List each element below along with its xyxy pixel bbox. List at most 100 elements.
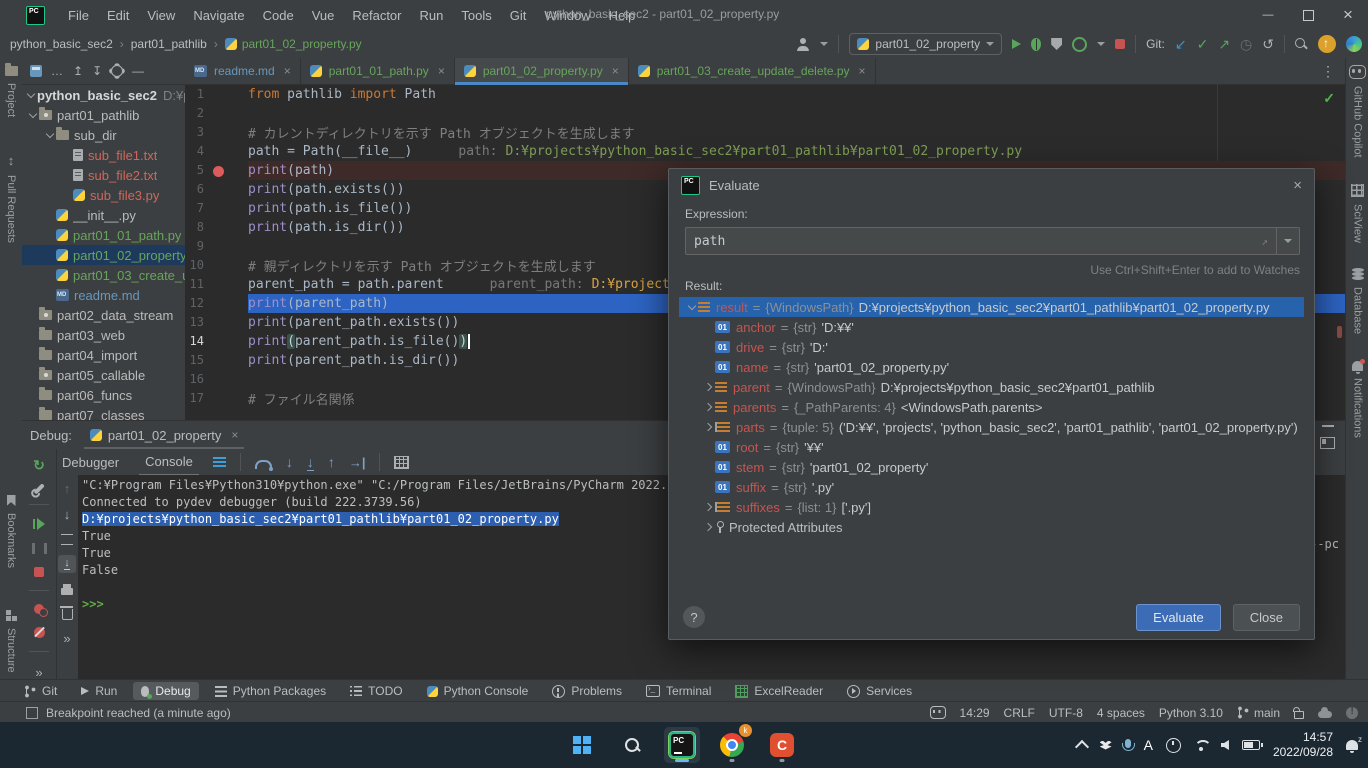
result-row-suffixes[interactable]: suffixes={list: 1}['.py'] xyxy=(679,497,1304,517)
tray-overflow-icon[interactable] xyxy=(1075,739,1089,753)
stripe-sciview[interactable]: SciView xyxy=(1346,184,1368,243)
editor-tab-readme.md[interactable]: readme.md× xyxy=(185,58,301,84)
menu-tools[interactable]: Tools xyxy=(452,8,500,23)
step-out-icon[interactable]: ↑ xyxy=(328,454,335,470)
caret-position[interactable]: 14:29 xyxy=(960,706,990,720)
close-session-icon[interactable]: × xyxy=(231,428,238,442)
indent-style[interactable]: 4 spaces xyxy=(1097,706,1145,720)
run-configuration-select[interactable]: part01_02_property xyxy=(849,33,1002,55)
tree-item-part03_web[interactable]: part03_web xyxy=(22,325,185,345)
select-opened-file-icon[interactable]: ↥ xyxy=(73,64,83,78)
tree-item-readme.md[interactable]: readme.md xyxy=(22,285,185,305)
result-row-protected-attributes[interactable]: Protected Attributes xyxy=(679,517,1304,537)
step-into-icon[interactable]: ↓ xyxy=(286,454,293,470)
stripe-github-copilot[interactable]: GitHub Copilot xyxy=(1346,65,1368,158)
mute-breakpoints-icon[interactable] xyxy=(34,627,45,638)
maximize-icon[interactable] xyxy=(1288,0,1328,30)
close-button[interactable]: Close xyxy=(1233,604,1300,631)
menu-run[interactable]: Run xyxy=(411,8,453,23)
code-line-2[interactable]: 2 xyxy=(185,104,1345,123)
tree-item-sub_file2.txt[interactable]: sub_file2.txt xyxy=(22,165,185,185)
result-row-name[interactable]: 01name={str}'part01_02_property.py' xyxy=(679,357,1304,377)
wifi-icon[interactable] xyxy=(1194,740,1208,751)
close-tab-icon[interactable]: × xyxy=(284,64,291,78)
menu-git[interactable]: Git xyxy=(501,8,536,23)
cloud-sync-icon[interactable] xyxy=(1318,711,1332,718)
tree-item-part05_callable[interactable]: part05_callable xyxy=(22,365,185,385)
copilot-status-icon[interactable] xyxy=(930,706,946,719)
evaluate-expression-icon[interactable] xyxy=(394,456,409,469)
expression-input[interactable]: path ↗ xyxy=(685,227,1277,255)
git-update-icon[interactable]: ↙ xyxy=(1175,37,1187,51)
rerun-icon[interactable]: ↻ xyxy=(33,457,45,474)
expression-history-dropdown[interactable] xyxy=(1277,227,1300,255)
result-row-root[interactable]: 01root={str}'¥¥' xyxy=(679,437,1304,457)
stripe-notifications[interactable]: Notifications xyxy=(1346,361,1368,438)
clock-widget[interactable]: 14:57 2022/09/28 xyxy=(1273,730,1333,760)
down-stack-icon[interactable]: ↓ xyxy=(64,507,71,522)
toolwindow-problems[interactable]: Problems xyxy=(544,682,630,700)
close-tab-icon[interactable]: × xyxy=(438,64,445,78)
taskbar-pycharm-button[interactable] xyxy=(664,727,700,763)
breadcrumb-item[interactable]: python_basic_sec2 xyxy=(10,37,113,51)
more-icon[interactable]: … xyxy=(51,64,64,78)
run-button[interactable] xyxy=(1012,39,1021,49)
toolwindow-debug[interactable]: Debug xyxy=(133,682,198,700)
result-row-anchor[interactable]: 01anchor={str}'D:¥¥' xyxy=(679,317,1304,337)
breadcrumb-item[interactable]: part01_pathlib xyxy=(131,37,207,51)
result-row-drive[interactable]: 01drive={str}'D:' xyxy=(679,337,1304,357)
clear-console-icon[interactable] xyxy=(62,609,73,620)
soft-wrap-icon[interactable] xyxy=(61,534,73,545)
menu-refactor[interactable]: Refactor xyxy=(343,8,410,23)
gear-icon[interactable] xyxy=(111,65,123,77)
battery-icon[interactable] xyxy=(1242,740,1260,750)
tree-item-part01_03_create_update[interactable]: part01_03_create_update xyxy=(22,265,185,285)
start-button[interactable] xyxy=(564,727,600,763)
tab-options-icon[interactable]: ⋮ xyxy=(1311,58,1345,84)
run-with-coverage-icon[interactable] xyxy=(1051,38,1062,50)
status-message-area[interactable]: Breakpoint reached (a minute ago) xyxy=(26,706,231,720)
breakpoint-icon[interactable] xyxy=(213,166,224,177)
menu-file[interactable]: File xyxy=(59,8,98,23)
result-row-parent[interactable]: parent={WindowsPath}D:¥projects¥python_b… xyxy=(679,377,1304,397)
tree-item-sub_file3.py[interactable]: sub_file3.py xyxy=(22,185,185,205)
close-tab-icon[interactable]: × xyxy=(612,64,619,78)
chevron-down-icon[interactable] xyxy=(820,42,828,46)
toolwindow-python-packages[interactable]: Python Packages xyxy=(207,682,334,700)
chevron-right-icon[interactable] xyxy=(702,524,715,530)
print-icon[interactable] xyxy=(61,588,73,595)
tree-item-sub_dir[interactable]: sub_dir xyxy=(22,125,185,145)
hide-panel-icon[interactable] xyxy=(1322,425,1334,427)
debug-session-tab[interactable]: part01_02_property × xyxy=(86,421,243,449)
dialog-title-bar[interactable]: Evaluate × xyxy=(669,169,1314,201)
tree-item-part01_01_path.py[interactable]: part01_01_path.py xyxy=(22,225,185,245)
run-to-cursor-icon[interactable]: →| xyxy=(349,455,366,470)
chevron-down-icon[interactable] xyxy=(1097,42,1105,46)
result-row-parts[interactable]: parts={tuple: 5}('D:¥¥', 'projects', 'py… xyxy=(679,417,1304,437)
stripe-project[interactable]: Project xyxy=(0,66,22,117)
stripe-database[interactable]: Database xyxy=(1346,268,1368,334)
expand-editor-icon[interactable]: ↗ xyxy=(1261,235,1268,248)
toolwindow-git[interactable]: Git xyxy=(16,682,65,700)
collapse-all-icon[interactable]: ↧ xyxy=(92,64,102,78)
up-stack-icon[interactable]: ↑ xyxy=(64,481,71,496)
stripe-structure[interactable]: Structure xyxy=(0,610,22,673)
chevron-right-icon[interactable] xyxy=(702,404,715,410)
profiler-icon[interactable] xyxy=(1072,37,1087,52)
stripe-pull-requests[interactable]: Pull Requests xyxy=(0,153,22,243)
menu-view[interactable]: View xyxy=(138,8,184,23)
notification-bell-icon[interactable]: z xyxy=(1346,740,1358,750)
stop-icon[interactable] xyxy=(34,567,44,577)
user-icon[interactable] xyxy=(796,38,810,51)
project-view-icon[interactable] xyxy=(30,65,42,77)
ime-indicator[interactable]: A xyxy=(1144,737,1153,753)
clock-app-icon[interactable] xyxy=(1166,738,1181,753)
tree-item-part01_02_property.py[interactable]: part01_02_property.py xyxy=(22,245,185,265)
tree-item-part01_pathlib[interactable]: part01_pathlib xyxy=(22,105,185,125)
evaluate-button[interactable]: Evaluate xyxy=(1136,604,1221,631)
stop-button[interactable] xyxy=(1115,39,1125,49)
editor-tab-part01_01_path.py[interactable]: part01_01_path.py× xyxy=(301,58,455,84)
tree-item-part04_import[interactable]: part04_import xyxy=(22,345,185,365)
search-everywhere-icon[interactable] xyxy=(1295,38,1308,51)
debug-button[interactable] xyxy=(1031,38,1041,51)
